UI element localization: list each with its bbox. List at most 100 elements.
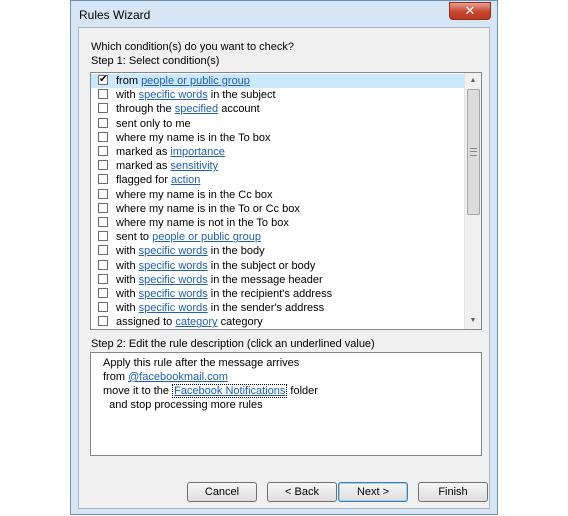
- condition-label: with specific words in the message heade…: [116, 273, 323, 287]
- folder-link[interactable]: Facebook Notifications: [172, 384, 288, 398]
- condition-text: with: [116, 245, 139, 258]
- condition-label: where my name is not in the To box: [116, 216, 289, 230]
- condition-item[interactable]: ✔ from people or public group: [91, 74, 465, 88]
- condition-item[interactable]: assigned to category category: [91, 315, 465, 329]
- condition-item[interactable]: with specific words in the recipient's a…: [91, 287, 465, 301]
- condition-checkbox[interactable]: [98, 160, 108, 171]
- condition-checkbox[interactable]: [98, 288, 108, 298]
- condition-link[interactable]: people or public group: [141, 75, 250, 87]
- condition-label: with specific words in the body: [116, 244, 265, 258]
- title-bar[interactable]: Rules Wizard ✕: [71, 1, 497, 27]
- condition-item[interactable]: flagged for action: [91, 173, 465, 187]
- condition-checkbox[interactable]: [98, 259, 108, 270]
- condition-checkbox[interactable]: [98, 103, 108, 114]
- rules-wizard-dialog: Rules Wizard ✕ Which condition(s) do you…: [70, 0, 498, 515]
- condition-item[interactable]: with specific words in the subject: [91, 88, 465, 102]
- condition-link[interactable]: specified: [175, 103, 218, 115]
- condition-link[interactable]: action: [171, 174, 200, 186]
- condition-item[interactable]: sent only to me: [91, 117, 465, 131]
- description-text: from: [103, 371, 129, 383]
- condition-text: with: [116, 89, 139, 102]
- description-line: from @facebookmail.com: [103, 371, 228, 383]
- description-line: move it to the Facebook Notifications fo…: [103, 384, 318, 398]
- next-button[interactable]: Next >: [338, 482, 408, 502]
- cancel-button[interactable]: Cancel: [187, 482, 257, 502]
- condition-label: with specific words in the recipient's a…: [116, 287, 332, 301]
- condition-item[interactable]: where my name is in the To or Cc box: [91, 202, 465, 216]
- condition-link[interactable]: specific words: [139, 260, 208, 272]
- condition-checkbox[interactable]: [98, 302, 108, 313]
- scroll-up-icon[interactable]: ▲: [465, 73, 481, 89]
- condition-link[interactable]: people or public group: [152, 231, 261, 243]
- condition-checkbox[interactable]: [98, 316, 108, 327]
- condition-item[interactable]: with specific words in the message heade…: [91, 273, 465, 287]
- condition-label: with specific words in the subject: [116, 88, 276, 102]
- condition-label: marked as importance: [116, 145, 225, 159]
- condition-label: with specific words in the sender's addr…: [116, 301, 324, 315]
- back-button[interactable]: < Back: [267, 482, 337, 502]
- grip-icon: [470, 148, 477, 156]
- condition-checkbox[interactable]: [98, 146, 108, 156]
- condition-text: where my name is in the Cc box: [116, 188, 273, 201]
- dialog-body: Which condition(s) do you want to check?…: [78, 27, 490, 509]
- condition-checkbox[interactable]: [98, 89, 108, 100]
- condition-text: assigned to: [116, 316, 176, 329]
- description-line: Apply this rule after the message arrive…: [103, 357, 300, 369]
- condition-checkbox[interactable]: [98, 131, 108, 142]
- condition-text: marked as: [116, 160, 171, 173]
- condition-checkbox[interactable]: ✔: [98, 75, 108, 85]
- condition-checkbox[interactable]: [98, 231, 108, 242]
- condition-text: where my name is in the To box: [116, 131, 271, 144]
- condition-item[interactable]: marked as importance: [91, 145, 465, 159]
- condition-checkbox[interactable]: [98, 117, 108, 128]
- condition-label: where my name is in the To or Cc box: [116, 202, 300, 216]
- question-label: Which condition(s) do you want to check?: [91, 41, 294, 53]
- condition-item[interactable]: through the specified account: [91, 102, 465, 116]
- condition-link[interactable]: specific words: [139, 288, 208, 300]
- condition-label: sent to people or public group: [116, 230, 261, 244]
- conditions-list[interactable]: ✔ from people or public group with specifi…: [90, 72, 482, 330]
- condition-label: where my name is in the Cc box: [116, 188, 273, 202]
- condition-link[interactable]: category: [175, 316, 217, 328]
- condition-text: in the subject: [207, 89, 276, 102]
- condition-item[interactable]: where my name is in the To box: [91, 131, 465, 145]
- condition-item[interactable]: where my name is in the Cc box: [91, 188, 465, 202]
- scroll-down-icon[interactable]: ▼: [465, 313, 481, 329]
- condition-item[interactable]: with specific words in the sender's addr…: [91, 301, 465, 315]
- condition-text: with: [116, 273, 139, 286]
- condition-checkbox[interactable]: [98, 188, 108, 199]
- step1-label: Step 1: Select condition(s): [91, 55, 220, 67]
- condition-item[interactable]: where my name is not in the To box: [91, 216, 465, 230]
- sender-address-link[interactable]: @facebookmail.com: [128, 371, 228, 383]
- finish-button[interactable]: Finish: [418, 482, 488, 502]
- condition-text: in the body: [207, 245, 265, 258]
- step2-label: Step 2: Edit the rule description (click…: [91, 338, 375, 350]
- condition-item[interactable]: marked as sensitivity: [91, 159, 465, 173]
- condition-link[interactable]: specific words: [139, 274, 208, 286]
- condition-label: marked as sensitivity: [116, 159, 218, 173]
- condition-item[interactable]: with specific words in the subject or bo…: [91, 259, 465, 273]
- condition-item[interactable]: sent to people or public group: [91, 230, 465, 244]
- condition-checkbox[interactable]: [98, 217, 108, 227]
- condition-checkbox[interactable]: [98, 174, 108, 185]
- close-button[interactable]: ✕: [449, 2, 491, 20]
- condition-text: category: [217, 316, 263, 329]
- condition-checkbox[interactable]: [98, 245, 108, 256]
- condition-link[interactable]: specific words: [139, 245, 208, 257]
- condition-text: sent to: [116, 231, 153, 244]
- condition-text: in the message header: [207, 273, 323, 286]
- condition-link[interactable]: specific words: [139, 89, 208, 101]
- conditions-scrollbar[interactable]: ▲ ▼: [464, 73, 481, 329]
- scrollbar-thumb[interactable]: [467, 89, 480, 215]
- condition-text: with: [116, 259, 139, 272]
- condition-checkbox[interactable]: [98, 202, 108, 213]
- condition-link[interactable]: sensitivity: [170, 160, 218, 172]
- condition-checkbox[interactable]: [98, 273, 108, 284]
- condition-text: marked as: [116, 146, 171, 158]
- condition-link[interactable]: specific words: [139, 302, 208, 314]
- condition-link[interactable]: importance: [170, 146, 224, 158]
- condition-text: in the sender's address: [207, 302, 325, 315]
- condition-text: sent only to me: [116, 117, 191, 130]
- condition-text: from: [116, 75, 142, 87]
- condition-item[interactable]: with specific words in the body: [91, 244, 465, 258]
